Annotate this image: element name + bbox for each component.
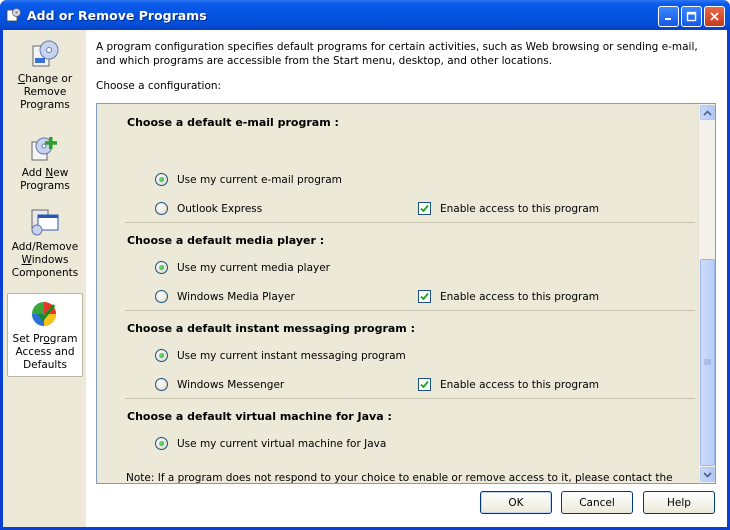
choose-configuration-label: Choose a configuration: [96, 80, 222, 92]
checkbox-checked[interactable] [418, 202, 431, 215]
sidebar-item-label: Add New Programs [20, 167, 70, 192]
scroll-down-button[interactable] [700, 467, 715, 482]
option-label: Windows Media Player [177, 290, 295, 303]
sidebar-item-label: Change or Remove Programs [17, 73, 73, 111]
checkmark-icon [420, 292, 429, 301]
option-label: Use my current virtual machine for Java [177, 437, 387, 450]
section-heading-instant-messaging: Choose a default instant messaging progr… [127, 322, 415, 335]
close-icon [710, 12, 719, 21]
im-current-option[interactable]: Use my current instant messaging program [155, 349, 406, 362]
option-label: Windows Messenger [177, 378, 285, 391]
im-windows-messenger-option[interactable]: Windows Messenger [155, 378, 284, 391]
media-current-option[interactable]: Use my current media player [155, 261, 330, 274]
help-button[interactable]: Help [643, 491, 715, 514]
email-outlook-express-option[interactable]: Outlook Express [155, 202, 262, 215]
chevron-down-icon [703, 471, 712, 478]
window-title: Add or Remove Programs [27, 8, 207, 23]
maximize-button[interactable] [681, 6, 702, 27]
checkbox-checked[interactable] [418, 378, 431, 391]
minimize-button[interactable] [658, 6, 679, 27]
configuration-panel[interactable]: Choose a default e-mail program : Use my… [96, 103, 716, 484]
grip-icon [704, 359, 711, 365]
sidebar-item-windows-components[interactable]: Add/Remove Windows Components [7, 206, 83, 280]
media-enable-access-checkbox[interactable]: Enable access to this program [418, 290, 599, 303]
radio-unselected[interactable] [155, 290, 168, 303]
sidebar-item-change-remove[interactable]: Change or Remove Programs [7, 38, 83, 112]
checkbox-label: Enable access to this program [440, 290, 600, 303]
section-heading-java: Choose a default virtual machine for Jav… [127, 410, 392, 423]
chevron-up-icon [703, 109, 712, 116]
scroll-up-button[interactable] [700, 105, 715, 120]
change-remove-programs-icon [32, 40, 59, 67]
set-program-access-icon [32, 302, 56, 326]
sidebar-item-label: Add/Remove Windows Components [11, 241, 79, 279]
close-button[interactable] [704, 6, 725, 27]
sidebar-item-add-new[interactable]: Add New Programs [7, 132, 83, 193]
sidebar: Change or Remove Programs Add New Programs [3, 30, 86, 527]
media-windows-media-player-option[interactable]: Windows Media Player [155, 290, 295, 303]
radio-unselected[interactable] [155, 378, 168, 391]
checkmark-icon [420, 380, 429, 389]
radio-selected[interactable] [155, 437, 168, 450]
im-enable-access-checkbox[interactable]: Enable access to this program [418, 378, 599, 391]
sidebar-item-label: Set Program Access and Defaults [12, 333, 78, 371]
radio-selected[interactable] [155, 173, 168, 186]
minimize-icon [665, 18, 671, 20]
section-heading-media: Choose a default media player : [127, 234, 325, 247]
option-label: Use my current media player [177, 261, 330, 274]
window: Add or Remove Programs Change or Remove Pr… [0, 0, 730, 530]
section-divider [125, 398, 695, 399]
section-heading-email: Choose a default e-mail program : [127, 116, 339, 129]
section-divider [125, 222, 695, 223]
radio-unselected[interactable] [155, 202, 168, 215]
option-label: Use my current e-mail program [177, 173, 342, 186]
email-enable-access-checkbox[interactable]: Enable access to this program [418, 202, 599, 215]
vertical-scrollbar[interactable] [698, 104, 715, 483]
radio-selected[interactable] [155, 349, 168, 362]
section-divider [125, 310, 695, 311]
ok-button[interactable]: OK [480, 491, 552, 514]
intro-text: A program configuration specifies defaul… [96, 41, 698, 67]
sidebar-item-set-program-access[interactable]: Set Program Access and Defaults [7, 293, 83, 377]
checkbox-checked[interactable] [418, 290, 431, 303]
radio-selected[interactable] [155, 261, 168, 274]
note-text: Note: If a program does not respond to y… [126, 472, 673, 484]
windows-components-icon [31, 209, 59, 236]
checkmark-icon [420, 204, 429, 213]
option-label: Use my current instant messaging program [177, 349, 406, 362]
configuration-list: Choose a default e-mail program : Use my… [97, 104, 698, 484]
title-bar[interactable]: Add or Remove Programs [0, 0, 730, 30]
add-remove-programs-icon [6, 8, 21, 22]
checkbox-label: Enable access to this program [440, 378, 600, 391]
scroll-thumb[interactable] [700, 259, 715, 466]
java-current-option[interactable]: Use my current virtual machine for Java [155, 437, 386, 450]
client-area: Change or Remove Programs Add New Programs [3, 30, 727, 527]
checkbox-label: Enable access to this program [440, 202, 600, 215]
option-label: Outlook Express [177, 202, 263, 215]
cancel-button[interactable]: Cancel [561, 491, 633, 514]
email-current-option[interactable]: Use my current e-mail program [155, 173, 342, 186]
maximize-icon [686, 11, 697, 22]
add-new-programs-icon [31, 137, 57, 161]
